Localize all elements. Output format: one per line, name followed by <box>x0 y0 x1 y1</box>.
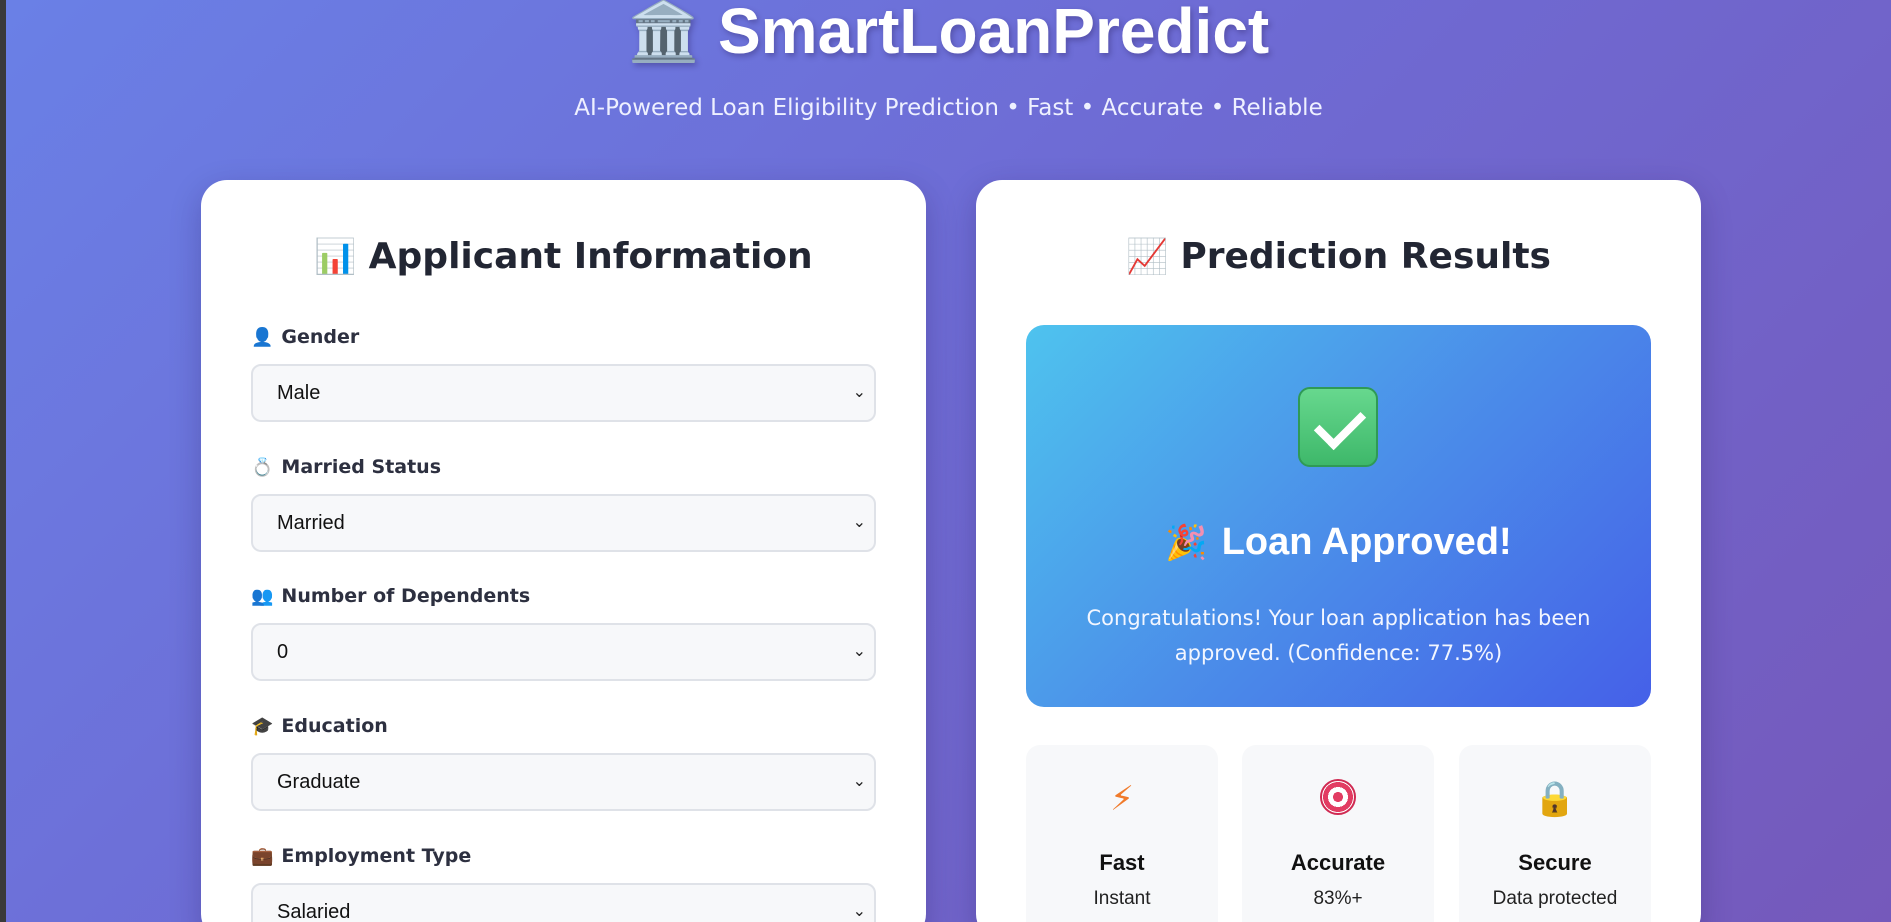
person-icon: 👤 <box>251 327 274 348</box>
gender-select[interactable]: Male ⌄ <box>251 364 876 422</box>
lightning-icon: ⚡ <box>1110 779 1134 819</box>
bank-icon: 🏛️ <box>627 0 700 64</box>
applicant-form-card: 📊 Applicant Information 👤 Gender Male ⌄ 💍 M… <box>201 180 926 922</box>
feature-desc: Data protected <box>1492 888 1618 909</box>
feature-fast: ⚡ Fast Instant <box>1026 745 1218 922</box>
education-select[interactable]: Graduate ⌄ <box>251 753 876 811</box>
dependents-select[interactable]: 0 ⌄ <box>251 623 876 681</box>
education-field: 🎓 Education Graduate ⌄ <box>251 713 876 811</box>
feature-name: Secure <box>1518 850 1592 875</box>
lock-icon: 🔒 <box>1533 779 1577 819</box>
approval-message: Congratulations! Your loan application h… <box>1086 606 1591 665</box>
form-title: 📊 Applicant Information <box>201 236 926 277</box>
married-select[interactable]: Married ⌄ <box>251 494 876 552</box>
feature-name: Accurate <box>1290 850 1386 875</box>
chevron-down-icon: ⌄ <box>852 384 866 401</box>
page-background: 🏛️ SmartLoanPredict AI-Powered Loan Eligi… <box>6 0 1891 922</box>
briefcase-icon: 💼 <box>251 846 274 867</box>
ring-icon: 💍 <box>251 457 274 478</box>
employment-select[interactable]: Salaried ⌄ <box>251 883 876 922</box>
gender-field: 👤 Gender Male ⌄ <box>251 324 876 422</box>
prediction-results-card: 📈 Prediction Results 🎉 Loan Approved! Cong… <box>976 180 1701 922</box>
bar-chart-icon: 📊 <box>314 237 357 277</box>
dependents-label-text: Number of Dependents <box>281 585 531 607</box>
employment-select-value: Salaried <box>277 901 351 922</box>
dependents-label: 👥 Number of Dependents <box>251 583 876 609</box>
site-subtitle: AI-Powered Loan Eligibility Prediction •… <box>574 95 1323 121</box>
approval-result-box: 🎉 Loan Approved! Congratulations! Your lo… <box>1026 325 1651 707</box>
target-icon-wrap <box>1242 779 1434 824</box>
feature-desc: 83%+ <box>1313 888 1363 909</box>
graduation-cap-icon: 🎓 <box>251 716 274 737</box>
chevron-down-icon: ⌄ <box>852 514 866 531</box>
target-icon <box>1320 779 1356 815</box>
chevron-down-icon: ⌄ <box>852 643 866 660</box>
education-select-value: Graduate <box>277 771 361 793</box>
feature-name: Fast <box>1099 850 1145 875</box>
feature-desc: Instant <box>1093 888 1151 909</box>
approval-title-text: Loan Approved! <box>1221 521 1512 563</box>
employment-label-text: Employment Type <box>281 845 472 867</box>
education-label: 🎓 Education <box>251 713 876 739</box>
married-select-value: Married <box>277 512 345 534</box>
results-title-text: Prediction Results <box>1180 236 1551 277</box>
employment-label: 💼 Employment Type <box>251 843 876 869</box>
trend-chart-icon: 📈 <box>1126 237 1169 277</box>
party-popper-icon: 🎉 <box>1165 524 1208 562</box>
gender-label: 👤 Gender <box>251 324 876 350</box>
dependents-field: 👥 Number of Dependents 0 ⌄ <box>251 583 876 681</box>
chevron-down-icon: ⌄ <box>852 773 866 790</box>
results-title: 📈 Prediction Results <box>976 236 1701 277</box>
approval-title: 🎉 Loan Approved! <box>1026 521 1651 564</box>
feature-accurate: Accurate 83%+ <box>1242 745 1434 922</box>
gender-label-text: Gender <box>281 326 360 348</box>
feature-secure: 🔒 Secure Data protected <box>1459 745 1651 922</box>
married-field: 💍 Married Status Married ⌄ <box>251 454 876 552</box>
site-title-text: SmartLoanPredict <box>717 0 1270 67</box>
dependents-select-value: 0 <box>277 641 289 663</box>
married-label-text: Married Status <box>281 456 442 478</box>
people-icon: 👥 <box>251 586 274 607</box>
employment-field: 💼 Employment Type Salaried ⌄ <box>251 843 876 922</box>
married-label: 💍 Married Status <box>251 454 876 480</box>
form-title-text: Applicant Information <box>368 236 813 277</box>
education-label-text: Education <box>281 715 388 737</box>
check-mark-icon <box>1298 387 1378 467</box>
site-title: 🏛️ SmartLoanPredict <box>6 0 1891 68</box>
gender-select-value: Male <box>277 382 321 404</box>
chevron-down-icon: ⌄ <box>852 903 866 920</box>
